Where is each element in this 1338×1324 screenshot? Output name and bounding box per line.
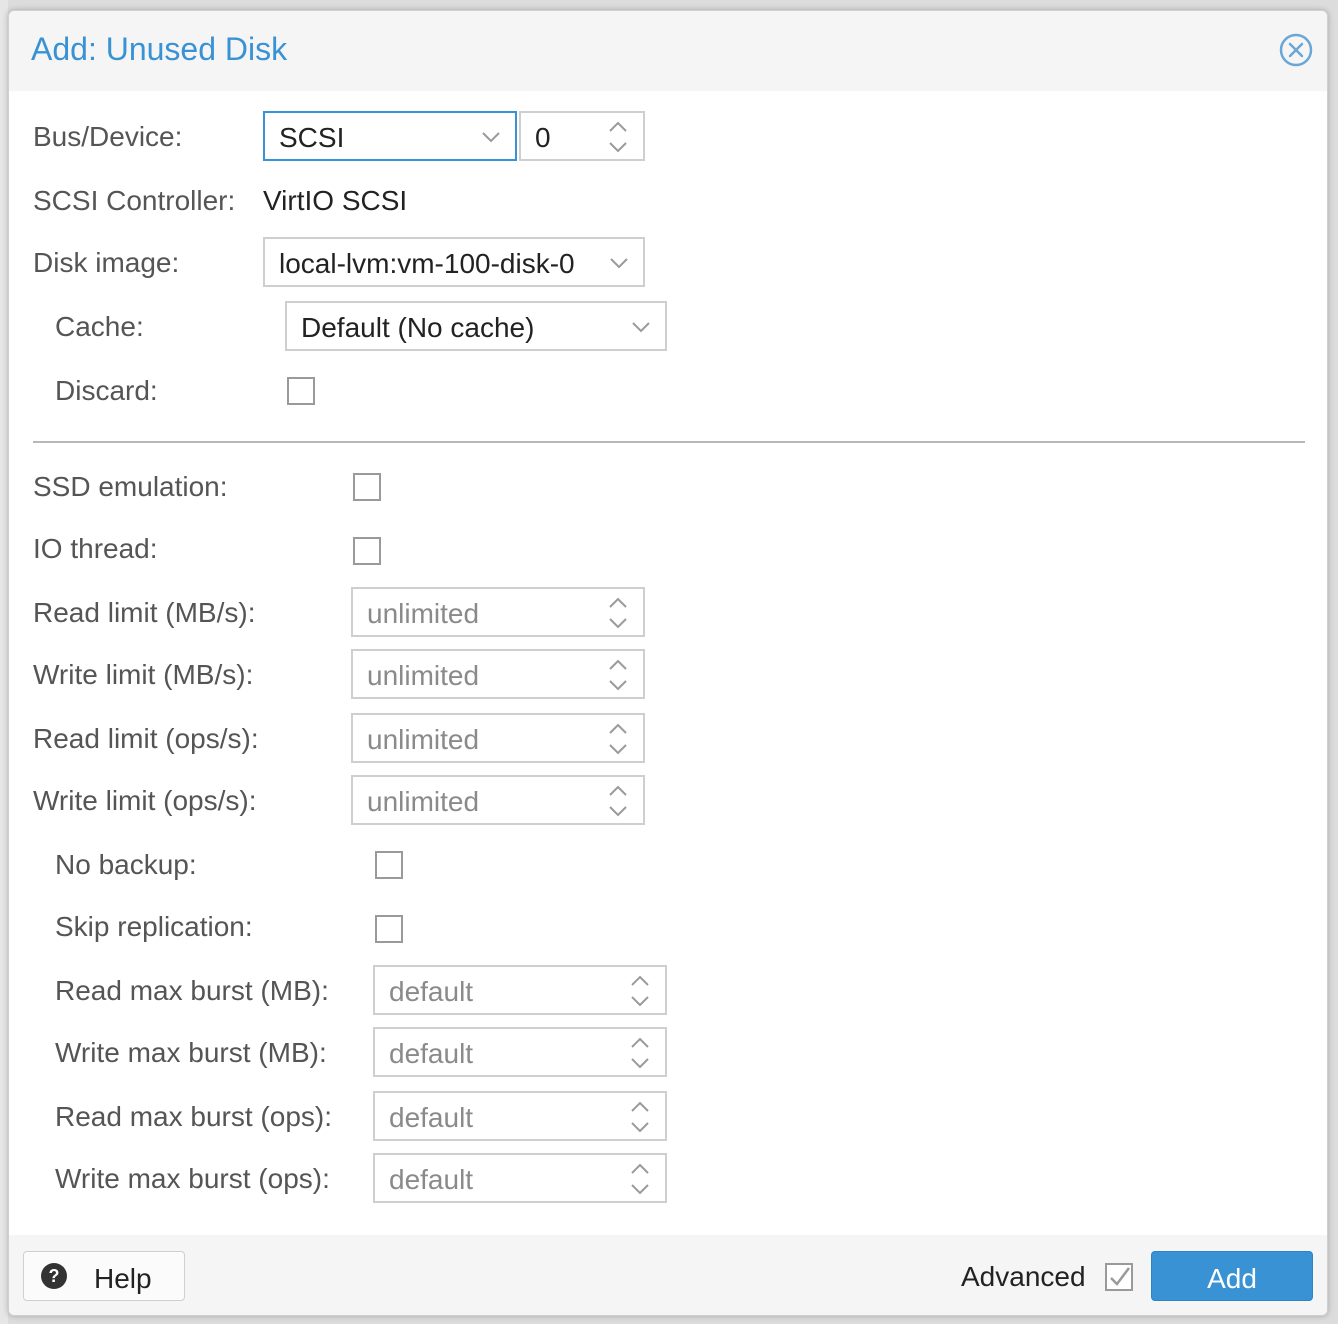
spinner-icon[interactable] [607,657,629,693]
help-button[interactable]: ? Help [23,1251,185,1301]
spinner-icon[interactable] [629,1161,651,1197]
disk-image-value: local-lvm:vm-100-disk-0 [279,248,575,279]
write-limit-mbs-input[interactable]: unlimited [351,649,645,699]
read-max-burst-mb-label: Read max burst (MB): [55,975,329,1006]
skip-replication-label: Skip replication: [55,911,253,942]
scsi-controller-label: SCSI Controller: [33,185,236,216]
skip-replication-checkbox[interactable] [375,915,403,943]
write-max-burst-mb-placeholder: default [389,1038,474,1069]
write-limit-mbs-label: Write limit (MB/s): [33,659,254,690]
read-max-burst-mb-placeholder: default [389,976,474,1007]
discard-label: Discard: [55,375,158,406]
spinner-icon[interactable] [629,973,651,1009]
read-limit-ops-label: Read limit (ops/s): [33,723,259,754]
device-number-stepper[interactable]: 0 [519,111,645,161]
chevron-down-icon[interactable] [479,125,503,149]
read-limit-mbs-label: Read limit (MB/s): [33,597,256,628]
question-circle-icon: ? [41,1263,67,1289]
spinner-icon[interactable] [607,119,629,155]
read-max-burst-mb-input[interactable]: default [373,965,667,1015]
cache-value: Default (No cache) [301,312,535,343]
write-max-burst-ops-input[interactable]: default [373,1153,667,1203]
bus-device-label: Bus/Device: [33,121,183,152]
write-limit-ops-label: Write limit (ops/s): [33,785,257,816]
spinner-icon[interactable] [607,595,629,631]
cache-select[interactable]: Default (No cache) [285,301,667,351]
io-thread-checkbox[interactable] [353,537,381,565]
dialog-header: Add: Unused Disk [9,11,1327,91]
cache-label: Cache: [55,311,144,342]
write-limit-mbs-placeholder: unlimited [367,660,480,691]
read-max-burst-ops-input[interactable]: default [373,1091,667,1141]
ssd-emulation-checkbox[interactable] [353,473,381,501]
spinner-icon[interactable] [607,721,629,757]
add-button-label: Add [1207,1263,1257,1294]
close-icon[interactable] [1279,33,1313,67]
bus-select-value: SCSI [279,122,345,153]
read-limit-ops-placeholder: unlimited [367,724,480,755]
no-backup-label: No backup: [55,849,197,880]
help-button-label: Help [94,1263,152,1294]
chevron-down-icon[interactable] [607,251,631,275]
checkmark-icon [1110,1267,1130,1286]
write-max-burst-ops-placeholder: default [389,1164,474,1195]
write-max-burst-mb-label: Write max burst (MB): [55,1037,327,1068]
bus-select[interactable]: SCSI [263,111,517,161]
write-max-burst-mb-input[interactable]: default [373,1027,667,1077]
spinner-icon[interactable] [629,1099,651,1135]
read-limit-mbs-input[interactable]: unlimited [351,587,645,637]
chevron-down-icon[interactable] [629,315,653,339]
advanced-label: Advanced [961,1261,1086,1292]
ssd-emulation-label: SSD emulation: [33,471,228,502]
write-limit-ops-placeholder: unlimited [367,786,480,817]
read-limit-mbs-placeholder: unlimited [367,598,480,629]
read-limit-ops-input[interactable]: unlimited [351,713,645,763]
add-button[interactable]: Add [1151,1251,1313,1301]
device-number-value: 0 [535,122,551,153]
add-unused-disk-dialog: Add: Unused Disk Bus/Device: SCSI 0 SCSI… [8,10,1328,1316]
advanced-separator [33,441,1305,443]
dialog-title: Add: Unused Disk [31,31,288,67]
discard-checkbox[interactable] [287,377,315,405]
background-window [0,0,8,1324]
spinner-icon[interactable] [607,783,629,819]
read-max-burst-ops-placeholder: default [389,1102,474,1133]
dialog-footer: ? Help Advanced Add [9,1235,1327,1315]
read-max-burst-ops-label: Read max burst (ops): [55,1101,332,1132]
advanced-checkbox[interactable] [1105,1263,1133,1291]
spinner-icon[interactable] [629,1035,651,1071]
dialog-body: Bus/Device: SCSI 0 SCSI Controller: Virt… [9,91,1327,1235]
write-max-burst-ops-label: Write max burst (ops): [55,1163,330,1194]
svg-text:?: ? [49,1266,60,1286]
write-limit-ops-input[interactable]: unlimited [351,775,645,825]
no-backup-checkbox[interactable] [375,851,403,879]
scsi-controller-value: VirtIO SCSI [263,185,408,216]
io-thread-label: IO thread: [33,533,158,564]
disk-image-select[interactable]: local-lvm:vm-100-disk-0 [263,237,645,287]
disk-image-label: Disk image: [33,247,180,278]
